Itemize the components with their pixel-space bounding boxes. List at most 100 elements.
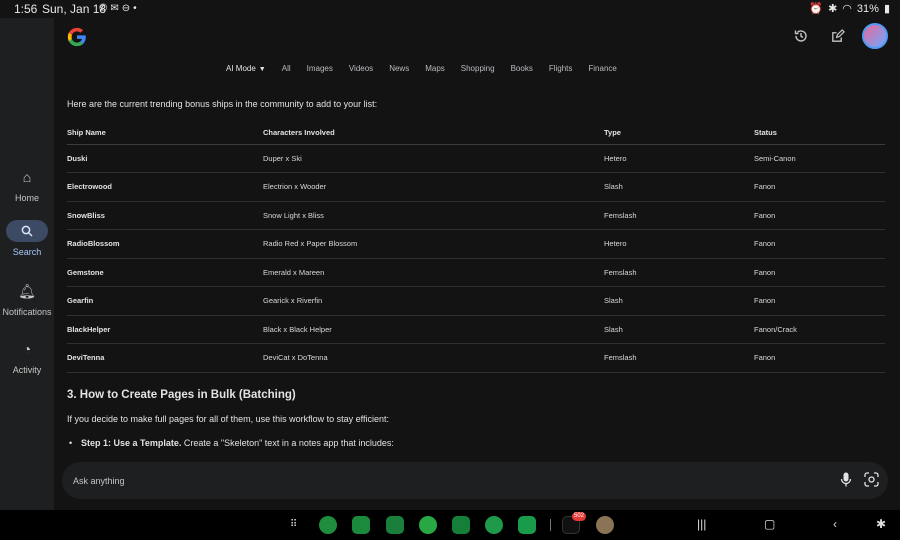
bluetooth-icon: ✱ [828,3,838,15]
bullet-text: Create a "Skeleton" text in a notes app … [181,438,394,448]
home-icon: ⌂ [22,169,32,185]
status-system-icons: ⏰ ✱ ◠ 31% ▮ [809,2,890,16]
ship-name: RadioBlossom [67,229,263,259]
characters: Gearick x Riverfin [263,286,604,316]
main-content: AI Mode ▼ All Images Videos News Maps Sho… [54,18,900,510]
recents-button[interactable]: ||| [697,517,706,531]
ship-name: DeviTenna [67,343,263,373]
tab-maps[interactable]: Maps [425,64,445,73]
history-button[interactable] [790,25,812,47]
back-button[interactable]: ‹ [833,517,837,531]
rail-label-home: Home [14,193,39,203]
ship-name: Gemstone [67,258,263,287]
notification-icon: ⊖ [121,3,131,14]
battery-icon: ▮ [883,3,890,15]
tab-videos[interactable]: Videos [349,64,373,73]
rail-item-notifications[interactable]: 🔔︎ Notifications [0,280,54,317]
table-row: RadioBlossom Radio Red x Paper Blossom Het… [67,229,885,259]
chrome-icon[interactable] [319,516,337,534]
ship-type: Slash [604,172,754,202]
app-drawer-icon[interactable]: ⠿ [290,519,302,531]
characters: Emerald x Mareen [263,258,604,287]
characters: Black x Black Helper [263,315,604,344]
files-icon[interactable] [352,516,370,534]
rail-item-search[interactable]: Search [0,220,54,257]
play-store-icon[interactable] [452,516,470,534]
column-header: Type [604,122,754,145]
game-app-icon[interactable] [596,516,614,534]
calendar-icon[interactable] [386,516,404,534]
status-date: Sun, Jan 18 [42,2,107,16]
bullet-bold: Step 1: Use a Template. [81,438,182,448]
tab-books[interactable]: Books [511,64,533,73]
microphone-button[interactable] [840,472,852,490]
column-header: Status [754,122,885,145]
tab-ai-mode[interactable]: AI Mode ▼ [226,64,266,73]
accessibility-icon[interactable]: ✱ [876,517,886,531]
table-header-row: Ship Name Characters Involved Type Statu… [67,122,885,145]
nav-rail: ⌂ Home Search 🔔︎ Notifications ◔ Activit… [0,18,54,510]
new-chat-button[interactable] [826,25,848,47]
taskbar: ⠿ 502 ||| ▢ ‹ ✱ [0,510,900,540]
history-icon [794,30,807,42]
bell-icon: 🔔︎ [18,283,36,299]
ship-status: Fanon [754,343,885,373]
camera-icon[interactable] [518,516,536,534]
characters: DeviCat x DoTenna [263,343,604,373]
tab-shopping[interactable]: Shopping [461,64,495,73]
column-header: Ship Name [67,122,263,145]
ship-type: Slash [604,315,754,344]
rail-label-activity: Activity [12,365,42,375]
ship-type: Hetero [604,144,754,173]
characters: Radio Red x Paper Blossom [263,229,604,259]
table-row: DeviTenna DeviCat x DoTenna Femslash Fanon [67,343,885,373]
column-header: Characters Involved [263,122,604,145]
search-tabs: AI Mode ▼ All Images Videos News Maps Sho… [226,64,633,73]
notification-icon: ✉ [110,3,119,14]
ship-name: Electrowood [67,172,263,202]
rail-item-activity[interactable]: ◔ Activity [0,338,54,375]
characters: Duper x Ski [263,144,604,173]
ship-type: Slash [604,286,754,316]
table-row: Gemstone Emerald x Mareen Femslash Fanon [67,258,885,287]
ship-status: Fanon [754,229,885,259]
contacts-icon[interactable] [485,516,503,534]
tab-all[interactable]: All [282,64,291,73]
alarm-icon: ⏰ [809,3,824,15]
status-notification-icons: ✆ ✉ ⊖ • [99,3,137,14]
tab-images[interactable]: Images [307,64,333,73]
ask-input[interactable]: Ask anything [62,462,888,499]
table-row: BlackHelper Black x Black Helper Slash Fano… [67,315,885,344]
top-actions [790,23,888,49]
section-paragraph: If you decide to make full pages for all… [67,414,389,424]
list-item: • Step 1: Use a Template. Create a "Skel… [69,438,394,448]
characters: Snow Light x Bliss [263,201,604,230]
wifi-icon: ◠ [842,3,852,15]
table-row: Duski Duper x Ski Hetero Semi-Canon [67,144,885,173]
lens-button[interactable] [864,472,879,490]
status-time: 1:56 [14,2,38,16]
characters: Electrion x Wooder [263,172,604,202]
intro-text: Here are the current trending bonus ship… [67,99,378,109]
taskbar-divider [550,519,551,531]
ship-status: Fanon [754,286,885,316]
rail-label-notifications: Notifications [2,307,52,317]
ship-status: Fanon [754,201,885,230]
table-row: Electrowood Electrion x Wooder Slash Fanon [67,172,885,202]
messages-icon[interactable] [419,516,437,534]
google-logo-icon [67,27,86,47]
ask-placeholder: Ask anything [73,476,125,486]
rail-label-search: Search [12,247,42,257]
microphone-icon [840,472,852,487]
tab-finance[interactable]: Finance [588,64,616,73]
notification-icon: ✆ [99,3,108,14]
home-button[interactable]: ▢ [764,517,775,531]
avatar[interactable] [862,23,888,49]
tab-news[interactable]: News [389,64,409,73]
tab-flights[interactable]: Flights [549,64,573,73]
activity-icon: ◔ [22,341,32,357]
search-icon [6,220,48,242]
rail-item-home[interactable]: ⌂ Home [0,166,54,203]
bullet-icon: • [69,438,73,448]
ship-name: SnowBliss [67,201,263,230]
